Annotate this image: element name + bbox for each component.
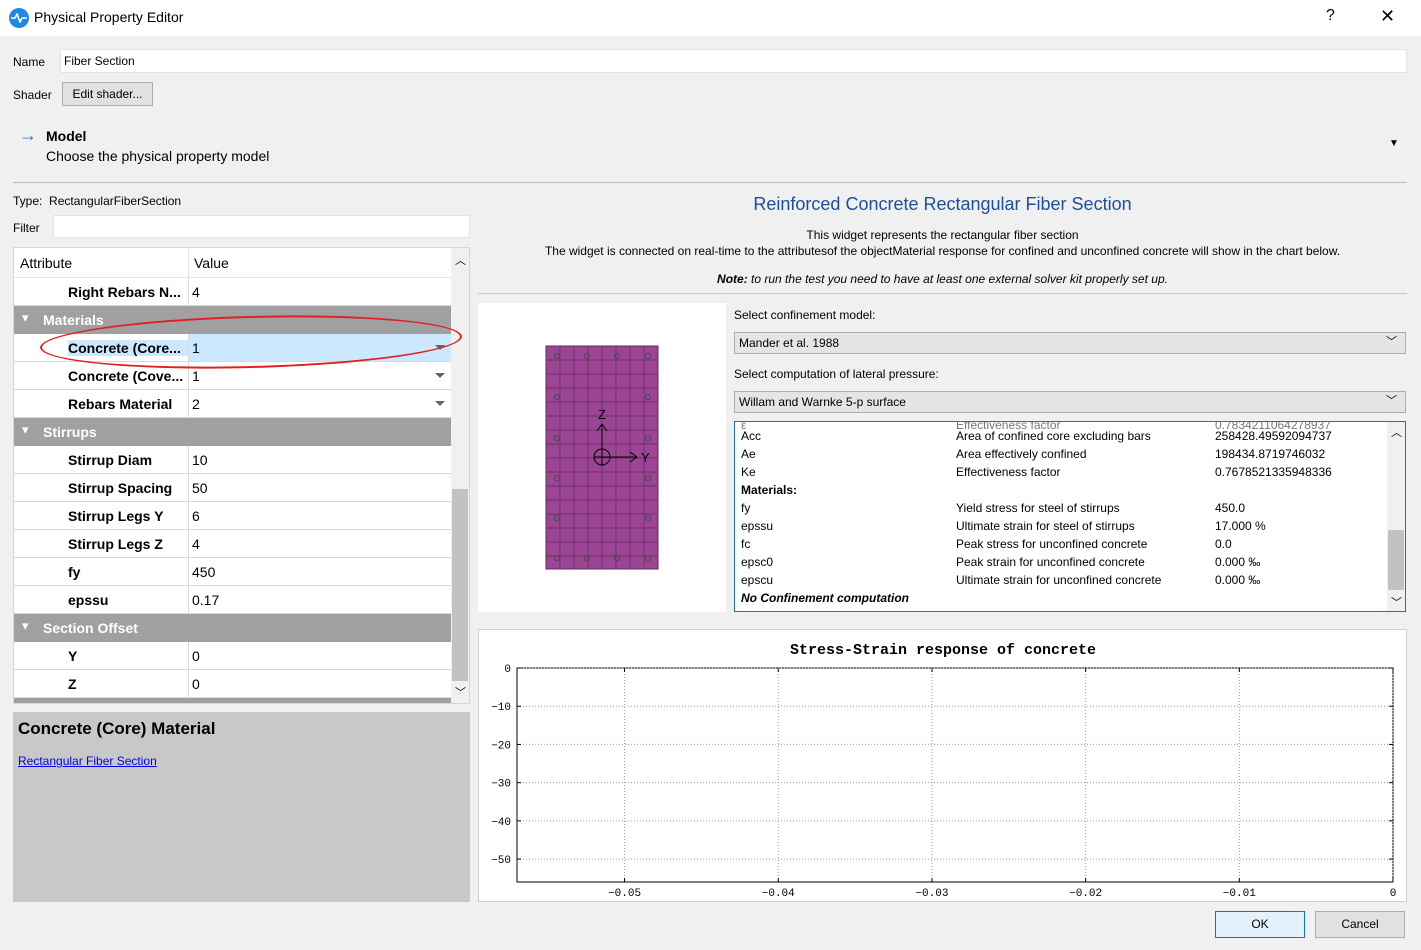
tree-header: Attribute Value <box>14 248 451 278</box>
widget-description-2: The widget is connected on real-time to … <box>544 244 1341 258</box>
chevron-down-icon[interactable]: ﹀ <box>455 684 466 700</box>
cancel-button[interactable]: Cancel <box>1315 911 1405 938</box>
chevron-down-icon[interactable]: ▾ <box>22 310 29 326</box>
name-input[interactable]: Fiber Section <box>60 49 1407 73</box>
help-title: Concrete (Core) Material <box>18 719 216 738</box>
tree-row-stirrup-legs-z[interactable]: Stirrup Legs Z 4 <box>14 530 451 558</box>
tree-row-stirrup-diam[interactable]: Stirrup Diam 10 <box>14 446 451 474</box>
widget-title: Reinforced Concrete Rectangular Fiber Se… <box>753 194 1132 214</box>
results-table[interactable]: ε Effectiveness factor 0.7834211064278937 … <box>734 421 1406 612</box>
help-panel: Concrete (Core) Material Rectangular Fib… <box>13 712 470 902</box>
tree-row-fy[interactable]: fy 450 <box>14 558 451 586</box>
x-tick-label: 0 <box>1390 888 1397 900</box>
filter-input[interactable] <box>53 215 470 238</box>
widget-note: Note: to run the test you need to have a… <box>717 272 1168 286</box>
tree-row-epssu[interactable]: epssu 0.17 <box>14 586 451 614</box>
stress-strain-chart: Stress-Strain response of concrete −0.05… <box>478 629 1407 902</box>
x-tick-label: −0.03 <box>915 888 948 900</box>
window-title: Physical Property Editor <box>34 9 184 25</box>
y-tick-label: −10 <box>491 702 511 714</box>
tree-scrollbar[interactable]: ︿ ﹀ <box>451 248 469 703</box>
app-icon <box>9 8 29 28</box>
plot-area <box>516 667 1394 883</box>
axis-z-label: Z <box>598 407 606 422</box>
chart-title: Stress-Strain response of concrete <box>790 642 1096 659</box>
x-tick-label: −0.01 <box>1223 888 1256 900</box>
model-subtitle: Choose the physical property model <box>46 148 270 164</box>
confinement-select[interactable]: Mander et al. 1988 ﹀ <box>734 332 1406 354</box>
tree-group-section-offset[interactable]: ▾ Section Offset <box>14 614 451 642</box>
chart-svg: Stress-Strain response of concrete −0.05… <box>491 642 1397 900</box>
close-button[interactable]: ✕ <box>1380 6 1395 27</box>
x-tick-label: −0.05 <box>608 888 641 900</box>
chevron-up-icon[interactable]: ︿ <box>455 252 466 268</box>
edit-shader-button[interactable]: Edit shader... <box>62 82 153 106</box>
help-link[interactable]: Rectangular Fiber Section <box>18 754 157 768</box>
chevron-down-icon[interactable]: ﹀ <box>1391 594 1402 610</box>
lateral-pressure-label: Select computation of lateral pressure: <box>734 367 939 381</box>
tree-row-offset-y[interactable]: Y 0 <box>14 642 451 670</box>
scrollbar-thumb[interactable] <box>452 489 468 681</box>
chevron-down-icon: ﹀ <box>1386 336 1397 348</box>
arrow-right-icon: → <box>19 125 37 145</box>
help-button[interactable]: ? <box>1326 7 1335 25</box>
y-tick-label: 0 <box>504 664 511 676</box>
tree-row-rebars-material[interactable]: Rebars Material 2 <box>14 390 451 418</box>
chevron-down-icon[interactable]: ▾ <box>22 422 29 438</box>
lateral-pressure-select[interactable]: Willam and Warnke 5-p surface ﹀ <box>734 391 1406 413</box>
y-tick-label: −20 <box>491 740 511 752</box>
type-value: RectangularFiberSection <box>49 194 182 208</box>
scrollbar-thumb[interactable] <box>1388 530 1404 590</box>
name-label: Name <box>13 55 46 69</box>
filter-label: Filter <box>13 221 40 235</box>
confinement-label: Select confinement model: <box>734 308 876 322</box>
chevron-up-icon[interactable]: ︿ <box>1391 424 1402 440</box>
dropdown-arrow-icon[interactable] <box>435 401 445 406</box>
fiber-section-drawing: Z Y <box>478 303 726 612</box>
y-tick-label: −30 <box>491 779 511 791</box>
dropdown-arrow-icon[interactable] <box>435 373 445 378</box>
model-title: Model <box>46 128 87 144</box>
tree-group-partial <box>14 698 451 703</box>
widget-description-1: This widget represents the rectangular f… <box>806 228 1079 242</box>
value-column-header[interactable]: Value <box>194 255 229 271</box>
axis-y-label: Y <box>641 450 650 465</box>
ok-button[interactable]: OK <box>1215 911 1305 938</box>
x-tick-label: −0.02 <box>1069 888 1102 900</box>
chevron-down-icon[interactable]: ▾ <box>22 618 29 634</box>
type-label: Type: RectangularFiberSection <box>13 194 182 208</box>
shader-label: Shader <box>13 88 52 102</box>
tree-row-right-rebars[interactable]: Right Rebars N... 4 <box>14 278 451 306</box>
tree-row-stirrup-spacing[interactable]: Stirrup Spacing 50 <box>14 474 451 502</box>
separator <box>13 182 1407 183</box>
table-scrollbar[interactable]: ︿ ﹀ <box>1387 422 1405 611</box>
separator <box>478 293 1407 294</box>
x-tick-label: −0.04 <box>762 888 795 900</box>
title-bar: Physical Property Editor ? ✕ <box>0 0 1421 36</box>
y-tick-label: −40 <box>491 817 511 829</box>
tree-row-offset-z[interactable]: Z 0 <box>14 670 451 698</box>
tree-group-stirrups[interactable]: ▾ Stirrups <box>14 418 451 446</box>
chevron-down-icon: ﹀ <box>1386 395 1397 407</box>
tree-row-stirrup-legs-y[interactable]: Stirrup Legs Y 6 <box>14 502 451 530</box>
y-tick-label: −50 <box>491 855 511 867</box>
attribute-column-header[interactable]: Attribute <box>20 255 72 271</box>
model-dropdown-toggle[interactable]: ▼ <box>1389 138 1399 149</box>
